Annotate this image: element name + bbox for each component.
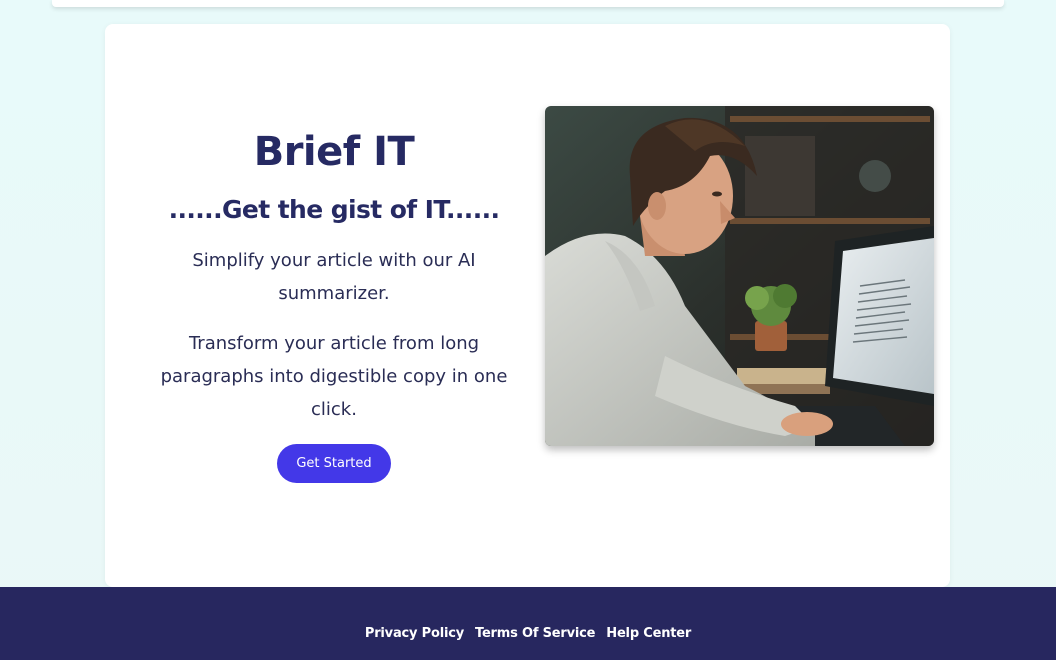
footer-links: Privacy Policy Terms Of Service Help Cen… bbox=[365, 626, 691, 641]
site-footer: Privacy Policy Terms Of Service Help Cen… bbox=[0, 587, 1056, 660]
help-center-link[interactable]: Help Center bbox=[606, 626, 691, 641]
hero-description-1: Simplify your article with our AI summar… bbox=[192, 250, 476, 304]
privacy-policy-link[interactable]: Privacy Policy bbox=[365, 626, 464, 641]
get-started-button[interactable]: Get Started bbox=[277, 444, 391, 483]
terms-of-service-link[interactable]: Terms Of Service bbox=[475, 626, 595, 641]
hero-text-block: Brief IT ......Get the gist of IT...... … bbox=[150, 128, 518, 483]
hero-tagline: ......Get the gist of IT...... bbox=[168, 195, 500, 224]
hero-title: Brief IT bbox=[253, 129, 415, 175]
hero-description-2: Transform your article from long paragra… bbox=[160, 333, 508, 420]
top-nav-bar bbox=[52, 0, 1004, 7]
hero-image bbox=[545, 106, 934, 446]
